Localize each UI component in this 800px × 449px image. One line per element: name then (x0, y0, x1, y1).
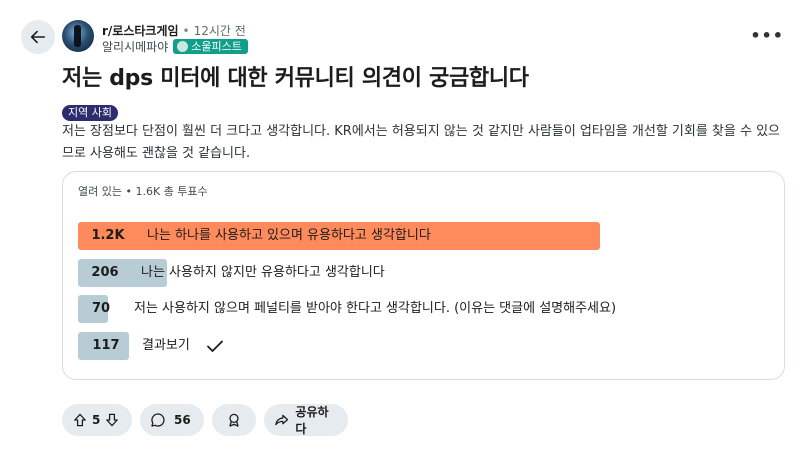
share-arrow-icon (275, 414, 289, 426)
speech-bubble-icon (151, 413, 165, 427)
subreddit-name[interactable]: r/로스타크게임 (102, 22, 179, 39)
vote-control: 5 (62, 404, 132, 436)
checkmark-icon (207, 340, 223, 352)
award-ribbon-icon (229, 413, 239, 427)
poll-option-count: 206 (91, 265, 119, 280)
poll-option-count: 117 (92, 338, 120, 353)
post-flair-badge[interactable]: 지역 사회 (62, 105, 118, 121)
share-label: 공유하다 (295, 405, 329, 436)
poll-meta: 열려 있는 • 1.6K 총 투표수 (78, 183, 208, 199)
poll-option-label: 저는 사용하지 않으며 페널티를 받아야 한다고 생각합니다. (이유는 댓글에… (134, 301, 617, 316)
poll-status: 열려 있는 (78, 185, 122, 198)
poll-card: 열려 있는 • 1.6K 총 투표수 1.2K 나는 하나를 사용하고 있으며 … (62, 171, 785, 380)
author-flair-label: 소울피스트 (191, 40, 242, 53)
poll-option-count: 70 (91, 301, 111, 316)
comments-button[interactable]: 56 (140, 404, 204, 436)
more-options-button[interactable]: ••• (750, 28, 784, 44)
post-time: 12시간 전 (193, 24, 246, 38)
meta-separator: • (182, 23, 190, 38)
arrow-left-icon (30, 30, 46, 44)
poll-option-label: 나는 하나를 사용하고 있으며 유용하다고 생각합니다 (147, 228, 431, 243)
award-button[interactable] (212, 404, 256, 436)
vote-count: 5 (92, 413, 101, 427)
poll-meta-separator: • (125, 185, 132, 198)
comment-count: 56 (174, 413, 191, 427)
post-title: 저는 dps 미터에 대한 커뮤니티 의견이 궁금합니다 (62, 66, 529, 91)
post-body: 저는 장점보다 단점이 훨씬 더 크다고 생각합니다. KR에서는 허용되지 않… (62, 124, 780, 161)
poll-option[interactable]: 206 나는 사용하지 않지만 유용하다고 생각합니다 (78, 259, 768, 287)
post-action-bar: 5 56 공유하다 (62, 404, 348, 436)
subreddit-avatar[interactable] (62, 20, 94, 52)
flair-emblem-icon (177, 41, 189, 52)
post-meta: r/로스타크게임 • 12시간 전 (102, 22, 246, 39)
poll-total-votes: 1.6K 총 투표수 (135, 185, 208, 198)
poll-option[interactable]: 70 저는 사용하지 않으며 페널티를 받아야 한다고 생각합니다. (이유는 … (78, 295, 768, 323)
author-name[interactable]: 알리시메파야 (102, 38, 168, 55)
poll-option-count: 1.2K (91, 228, 125, 243)
poll-option-label: 나는 사용하지 않지만 유용하다고 생각합니다 (141, 265, 385, 280)
author-line: 알리시메파야 소울피스트 (102, 38, 248, 55)
back-button[interactable] (21, 20, 55, 54)
share-button[interactable]: 공유하다 (264, 404, 348, 436)
poll-option[interactable]: 1.2K 나는 하나를 사용하고 있으며 유용하다고 생각합니다 (78, 222, 768, 250)
arrow-up-icon[interactable] (72, 412, 88, 428)
arrow-down-icon[interactable] (104, 412, 120, 428)
poll-option-label: 결과보기 (142, 338, 190, 353)
poll-option[interactable]: 117 결과보기 (78, 332, 768, 360)
author-flair: 소울피스트 (173, 39, 248, 54)
